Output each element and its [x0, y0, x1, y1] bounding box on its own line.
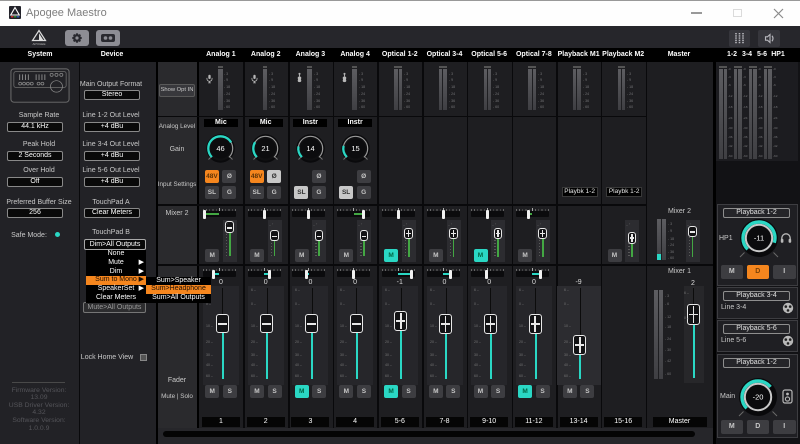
svg-text:APOGEE: APOGEE [32, 42, 45, 46]
svg-text:-11: -11 [754, 234, 764, 243]
svg-text:21: 21 [262, 144, 270, 153]
svg-text:14: 14 [306, 144, 314, 153]
svg-text:46: 46 [217, 144, 225, 153]
svg-text:-20: -20 [752, 393, 763, 402]
svg-text:15: 15 [351, 144, 359, 153]
